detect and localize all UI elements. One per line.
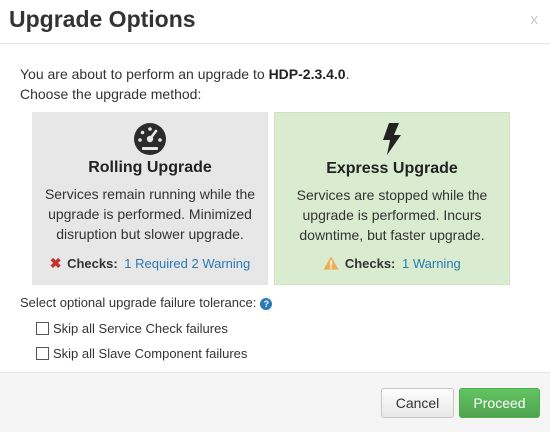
question-circle-icon[interactable]: ? [260, 298, 273, 310]
x-icon: ✖ [49, 255, 62, 271]
intro-prefix: You are about to perform an upgrade to [20, 66, 269, 82]
cancel-button[interactable]: Cancel [381, 388, 454, 418]
express-upgrade-checks: Checks: 1 Warning [275, 256, 509, 273]
rolling-upgrade-title: Rolling Upgrade [88, 159, 212, 176]
skip-service-check-option[interactable]: Skip all Service Check failures [36, 321, 228, 336]
intro-line2: Choose the upgrade method: [20, 86, 202, 102]
dialog-header: Upgrade Options x [0, 0, 550, 44]
express-checks-link[interactable]: 1 Warning [402, 256, 461, 271]
express-upgrade-description: Services are stopped while the upgrade i… [296, 187, 488, 243]
tolerance-label-text: Select optional upgrade failure toleranc… [20, 295, 257, 310]
skip-slave-component-checkbox[interactable] [36, 347, 49, 360]
rolling-upgrade-checks: ✖ Checks: 1 Required 2 Warning [32, 255, 268, 272]
dialog-footer: Cancel Proceed [0, 372, 550, 432]
failure-tolerance-label: Select optional upgrade failure toleranc… [20, 295, 273, 310]
bolt-icon [275, 122, 509, 156]
express-upgrade-option[interactable]: Express Upgrade Services are stopped whi… [274, 112, 510, 285]
skip-service-check-label: Skip all Service Check failures [53, 321, 228, 336]
checks-label: Checks: [67, 256, 118, 271]
rolling-upgrade-option[interactable]: Rolling Upgrade Services remain running … [32, 112, 268, 285]
dashboard-gauge-icon [32, 121, 268, 155]
skip-service-check-checkbox[interactable] [36, 322, 49, 335]
checks-label: Checks: [344, 256, 396, 271]
rolling-checks-link[interactable]: 1 Required 2 Warning [124, 256, 250, 271]
close-button[interactable]: x [531, 12, 539, 27]
dialog-title: Upgrade Options [9, 6, 196, 32]
target-version: HDP-2.3.4.0 [268, 66, 346, 82]
skip-slave-component-option[interactable]: Skip all Slave Component failures [36, 346, 247, 361]
intro-suffix: . [345, 66, 350, 82]
skip-slave-component-label: Skip all Slave Component failures [53, 346, 248, 361]
proceed-button[interactable]: Proceed [459, 388, 540, 418]
rolling-upgrade-description: Services remain running while the upgrad… [44, 186, 256, 242]
warning-icon [323, 256, 339, 273]
intro-text: You are about to perform an upgrade to H… [20, 64, 350, 104]
upgrade-options-dialog: Upgrade Options x You are about to perfo… [0, 0, 550, 432]
express-upgrade-title: Express Upgrade [326, 160, 458, 177]
